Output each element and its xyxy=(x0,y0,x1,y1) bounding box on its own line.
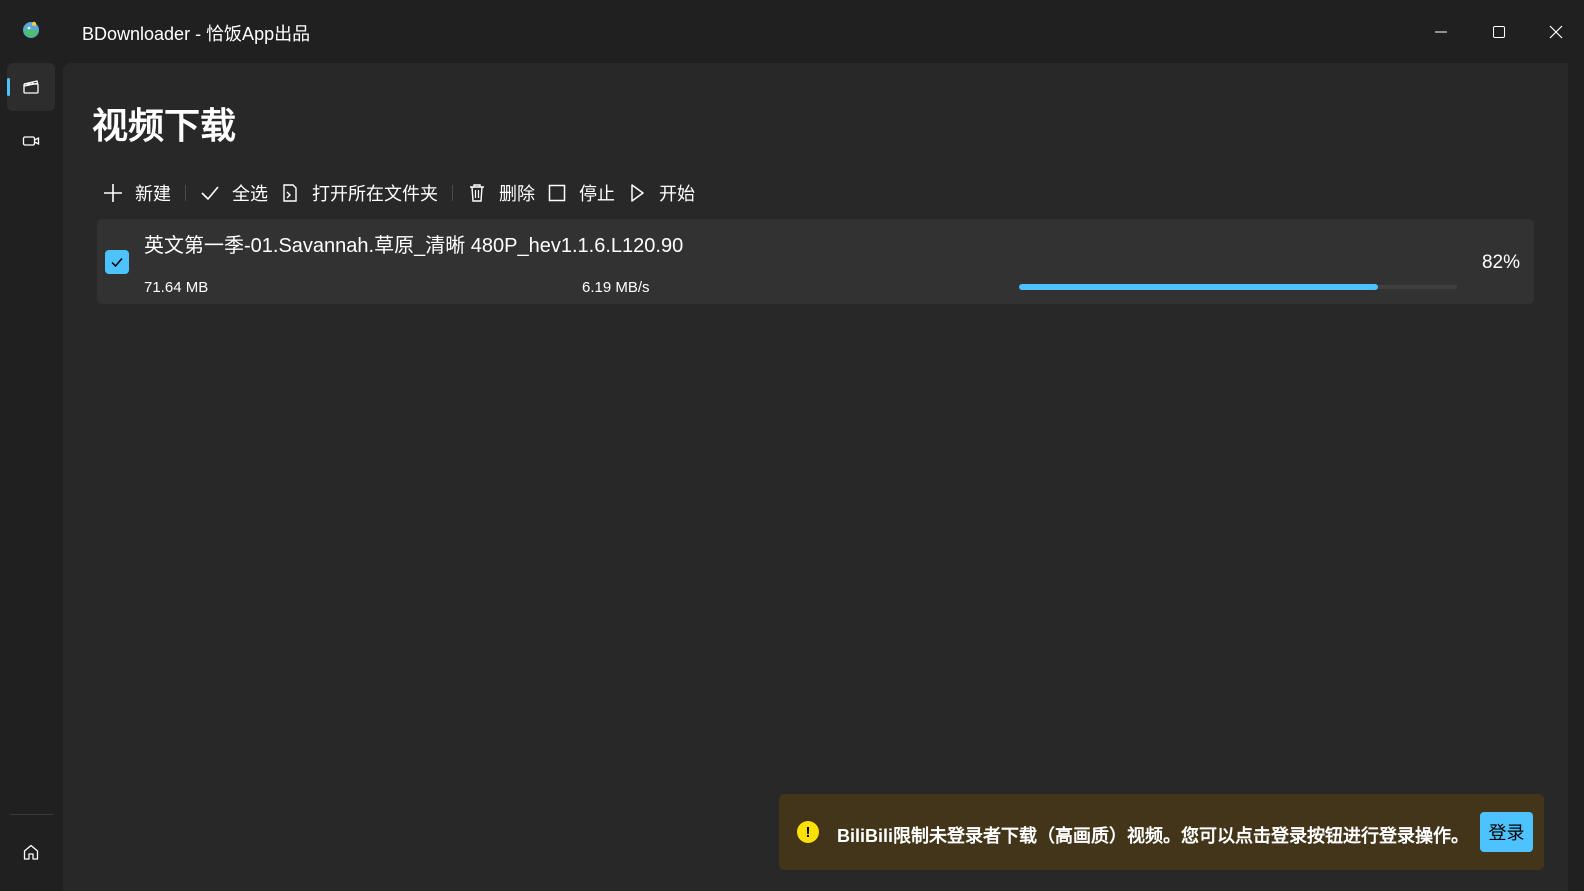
download-item[interactable]: 英文第一季-01.Savannah.草原_清晰 480P_hev1.1.6.L1… xyxy=(97,219,1534,304)
stop-icon xyxy=(548,184,566,202)
close-icon xyxy=(1549,25,1562,38)
nav-item-video-download[interactable] xyxy=(7,63,55,111)
window-title: BDownloader - 恰饭App出品 xyxy=(82,24,311,44)
app-logo-icon xyxy=(21,19,41,39)
toolbar-separator xyxy=(185,185,186,201)
nav-item-live-recording[interactable] xyxy=(7,117,55,165)
command-bar: 新建 全选 打开所在文件夹 删除 停止 开始 xyxy=(97,175,701,211)
download-progress-fill xyxy=(1019,284,1379,290)
title-bar: BDownloader - 恰饭App出品 xyxy=(0,0,1584,63)
download-size: 71.64 MB xyxy=(144,279,209,296)
stop-label: 停止 xyxy=(579,184,615,204)
rail-divider xyxy=(10,814,53,815)
toolbar-separator xyxy=(452,185,453,201)
home-icon xyxy=(23,844,39,860)
minimize-button[interactable] xyxy=(1412,0,1469,63)
window-edge xyxy=(1568,63,1584,891)
download-filename: 英文第一季-01.Savannah.草原_清晰 480P_hev1.1.6.L1… xyxy=(144,235,684,257)
selection-indicator xyxy=(7,78,10,96)
navigation-rail xyxy=(0,63,63,891)
open-folder-label: 打开所在文件夹 xyxy=(312,184,438,204)
open-document-icon xyxy=(283,184,297,202)
checkmark-icon xyxy=(111,258,123,268)
video-camera-icon xyxy=(22,136,40,146)
page-title: 视频下载 xyxy=(92,105,237,146)
play-icon xyxy=(631,184,644,202)
select-all-label: 全选 xyxy=(232,184,268,204)
stop-button[interactable]: 停止 xyxy=(541,175,621,211)
new-button[interactable]: 新建 xyxy=(97,175,177,211)
download-progress-bar xyxy=(1019,284,1457,290)
warning-icon: ! xyxy=(797,821,819,843)
minimize-icon xyxy=(1434,31,1447,32)
main-content: 视频下载 新建 全选 打开所在文件夹 删除 停止 开始 英文第一季-01.Sav… xyxy=(63,63,1568,891)
login-warning-infobar: ! BiliBili限制未登录者下载（高画质）视频。您可以点击登录按钮进行登录操… xyxy=(779,794,1544,870)
open-folder-button[interactable]: 打开所在文件夹 xyxy=(274,175,444,211)
maximize-icon xyxy=(1492,25,1505,38)
new-label: 新建 xyxy=(135,184,171,204)
infobar-message: BiliBili限制未登录者下载（高画质）视频。您可以点击登录按钮进行登录操作。 xyxy=(837,826,1470,846)
maximize-button[interactable] xyxy=(1470,0,1527,63)
clapperboard-icon xyxy=(23,80,39,94)
download-item-checkbox[interactable] xyxy=(105,250,129,274)
download-percent: 82% xyxy=(1481,252,1520,273)
plus-icon xyxy=(104,184,122,202)
login-button[interactable]: 登录 xyxy=(1480,812,1533,852)
delete-label: 删除 xyxy=(499,184,535,204)
close-button[interactable] xyxy=(1527,0,1584,63)
start-label: 开始 xyxy=(659,184,695,204)
trash-icon xyxy=(470,184,484,202)
select-all-button[interactable]: 全选 xyxy=(194,175,274,211)
download-speed: 6.19 MB/s xyxy=(582,279,650,296)
delete-button[interactable]: 删除 xyxy=(461,175,541,211)
start-button[interactable]: 开始 xyxy=(621,175,701,211)
nav-item-home[interactable] xyxy=(7,828,55,876)
checkmark-icon xyxy=(201,186,219,201)
